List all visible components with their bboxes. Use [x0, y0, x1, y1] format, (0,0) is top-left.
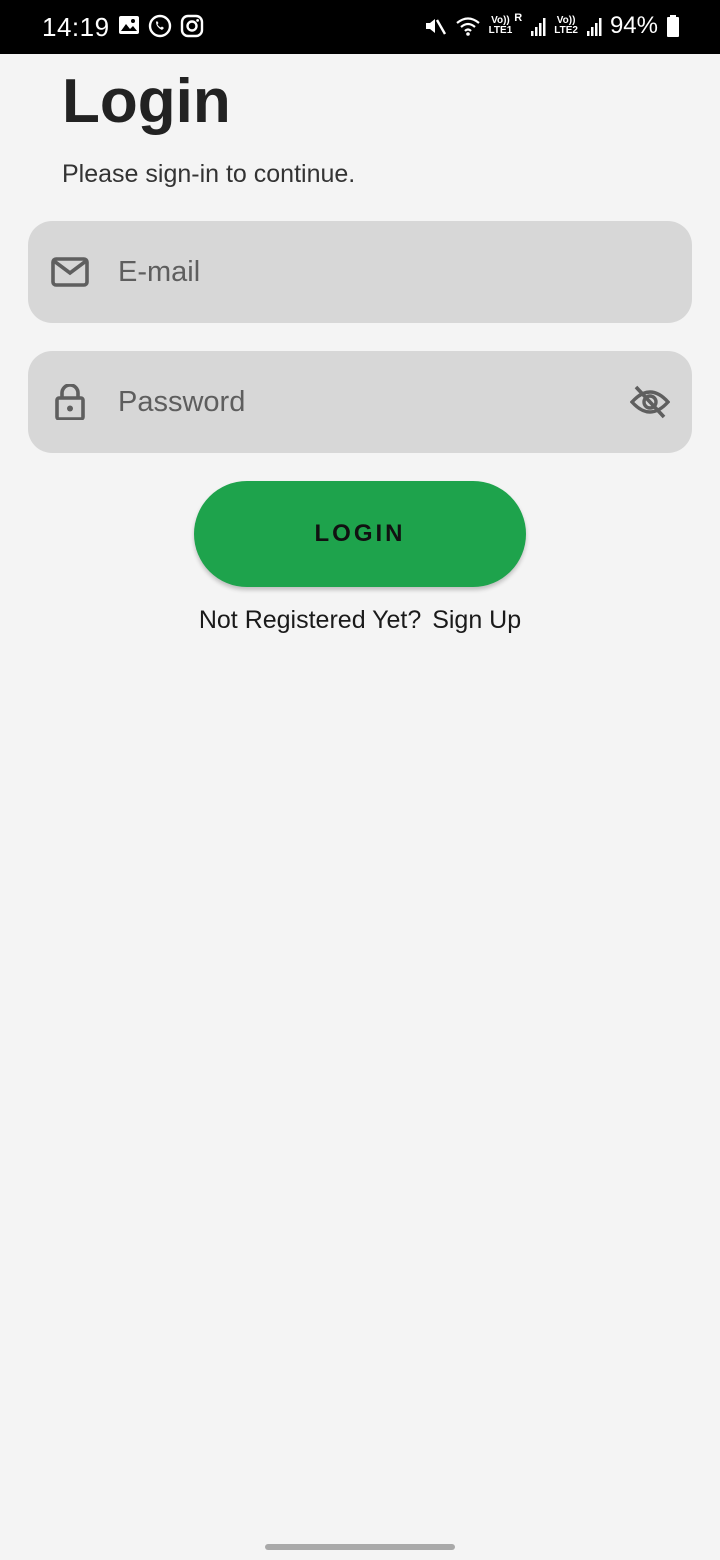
- home-indicator[interactable]: [265, 1544, 455, 1550]
- gallery-icon: [119, 16, 139, 34]
- status-bar: 14:19 Vo)) LTE1 R Vo)) LTE2 94%: [0, 0, 720, 54]
- mute-icon: [425, 19, 446, 35]
- login-button[interactable]: LOGIN: [194, 481, 526, 587]
- page-title: Login: [62, 67, 231, 136]
- email-field[interactable]: [28, 221, 692, 323]
- sim1-label: Vo)) LTE1: [489, 16, 513, 36]
- signup-link[interactable]: Sign Up: [432, 606, 521, 634]
- signup-prompt: Not Registered Yet?: [198, 606, 422, 634]
- mail-icon: [51, 257, 89, 287]
- sim1-roaming: R: [514, 12, 523, 24]
- sim1-label-bottom: LTE1: [488, 25, 513, 36]
- email-input[interactable]: [118, 221, 598, 323]
- sim2-label-bottom: LTE2: [554, 25, 578, 36]
- signal-sim2-icon: [586, 18, 602, 36]
- eye-off-icon[interactable]: [630, 384, 670, 420]
- lock-icon: [55, 384, 85, 420]
- password-input[interactable]: [118, 351, 598, 453]
- system-icons: Vo)) LTE1 R Vo)) LTE2 94%: [423, 12, 680, 40]
- battery-percent: 94%: [609, 12, 658, 39]
- instagram-icon: [180, 14, 204, 38]
- notification-icons: [118, 14, 204, 38]
- whatsapp-icon: [148, 14, 172, 38]
- wifi-icon: [455, 17, 480, 36]
- signup-row: Not Registered Yet? Sign Up: [0, 606, 720, 635]
- status-time: 14:19: [42, 12, 110, 42]
- sim2-label: Vo)) LTE2: [554, 16, 578, 36]
- password-field[interactable]: [28, 351, 692, 453]
- battery-icon: [667, 15, 679, 37]
- signal-sim1-icon: [531, 18, 546, 36]
- page-subtitle: Please sign-in to continue.: [62, 160, 356, 188]
